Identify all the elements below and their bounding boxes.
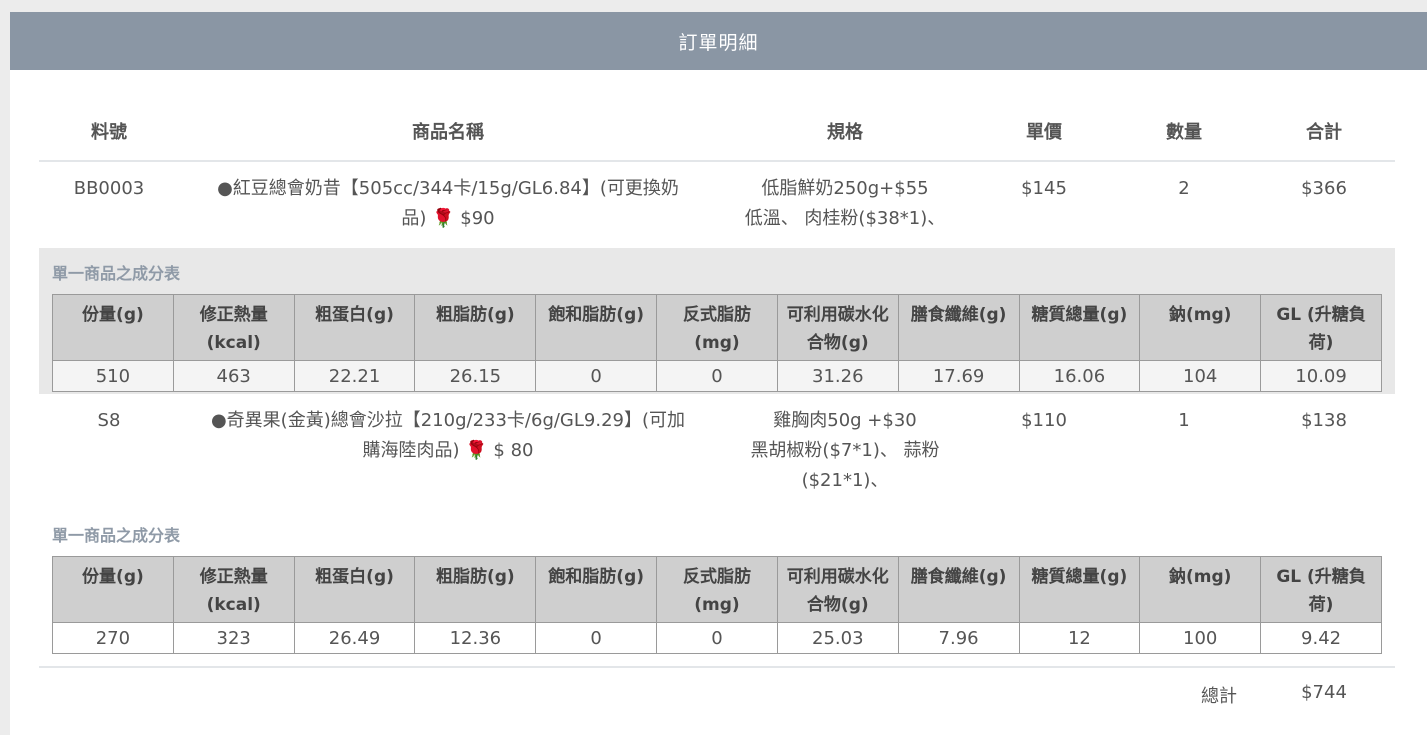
- item-spec: 雞胸肉50g +$30 黑胡椒粉($7*1)、 蒜粉 ($21*1)、: [714, 406, 976, 496]
- nutrition-value: 10.09: [1260, 360, 1382, 392]
- total-label: 總計: [1201, 686, 1237, 707]
- nutrition-value: 0: [656, 360, 778, 392]
- order-table-header: 料號 商品名稱 規格 單價 數量 合計: [39, 114, 1395, 162]
- rose-icon: 🌹: [465, 440, 488, 461]
- item-spec-line: 低溫、 肉桂粉($38*1)、: [744, 208, 946, 229]
- item-name-suffix: 購海陸肉品): [362, 440, 460, 461]
- nutrition-header: 修正熱量(kcal): [172, 556, 295, 623]
- col-header-spec: 規格: [827, 122, 863, 143]
- item-name-line1: ●奇異果(金黃)總會沙拉【210g/233卡/6g/GL9.29】(可加: [210, 410, 686, 431]
- nutrition-header-row: 份量(g) 修正熱量(kcal) 粗蛋白(g) 粗脂肪(g) 飽和脂肪(g) 反…: [52, 294, 1382, 361]
- nutrition-header: 可利用碳水化合物(g): [776, 294, 899, 361]
- nutrition-title: 單一商品之成分表: [52, 526, 181, 545]
- nutrition-header: 飽和脂肪(g): [535, 294, 658, 361]
- nutrition-header: 粗蛋白(g): [293, 294, 416, 361]
- nutrition-section: 單一商品之成分表 份量(g) 修正熱量(kcal) 粗蛋白(g) 粗脂肪(g) …: [39, 248, 1395, 394]
- item-qty: 1: [1178, 410, 1190, 431]
- item-name: ●紅豆總會奶昔【505cc/344卡/15g/GL6.84】(可更換奶 品) 🌹…: [184, 174, 712, 234]
- nutrition-header: 糖質總量(g): [1018, 556, 1141, 623]
- item-name: ●奇異果(金黃)總會沙拉【210g/233卡/6g/GL9.29】(可加 購海陸…: [184, 406, 712, 466]
- nutrition-header: GL (升糖負荷): [1260, 294, 1382, 361]
- nutrition-header: 反式脂肪(mg): [656, 294, 778, 361]
- nutrition-value: 12.36: [414, 622, 537, 654]
- item-name-suffix: 品): [401, 208, 427, 229]
- col-header-unit-price: 單價: [1026, 122, 1062, 143]
- item-spec-line: ($21*1)、: [801, 470, 889, 491]
- nutrition-header: 可利用碳水化合物(g): [776, 556, 899, 623]
- nutrition-value: 0: [656, 622, 778, 654]
- item-name-line2: 品) 🌹 $90: [184, 204, 712, 234]
- nutrition-header: 膳食纖維(g): [897, 294, 1020, 361]
- nutrition-value-row: 510 463 22.21 26.15 0 0 31.26 17.69 16.0…: [52, 360, 1382, 392]
- nutrition-value: 323: [172, 622, 295, 654]
- nutrition-value: 22.21: [293, 360, 416, 392]
- item-sku: BB0003: [73, 178, 145, 199]
- col-header-name: 商品名稱: [412, 122, 484, 143]
- nutrition-header-row: 份量(g) 修正熱量(kcal) 粗蛋白(g) 粗脂肪(g) 飽和脂肪(g) 反…: [52, 556, 1382, 623]
- col-header-qty: 數量: [1166, 122, 1202, 143]
- nutrition-value: 104: [1139, 360, 1262, 392]
- nutrition-value: 0: [535, 622, 658, 654]
- item-spec-line: 低脂鮮奶250g+$55: [761, 178, 929, 199]
- item-spec-line: 黑胡椒粉($7*1)、 蒜粉: [750, 440, 940, 461]
- item-subtotal: $366: [1301, 178, 1347, 199]
- nutrition-header: 膳食纖維(g): [897, 556, 1020, 623]
- nutrition-header: GL (升糖負荷): [1260, 556, 1382, 623]
- nutrition-value: 12: [1018, 622, 1141, 654]
- nutrition-value: 463: [172, 360, 295, 392]
- nutrition-header: 份量(g): [52, 556, 174, 623]
- total-value: $744: [1301, 682, 1347, 703]
- nutrition-header: 粗蛋白(g): [293, 556, 416, 623]
- nutrition-value: 26.49: [293, 622, 416, 654]
- nutrition-section: 單一商品之成分表 份量(g) 修正熱量(kcal) 粗蛋白(g) 粗脂肪(g) …: [39, 524, 1395, 666]
- nutrition-value: 17.69: [897, 360, 1020, 392]
- item-spec-line: 雞胸肉50g +$30: [773, 410, 917, 431]
- nutrition-header: 修正熱量(kcal): [172, 294, 295, 361]
- item-unit-price: $110: [1021, 410, 1067, 431]
- nutrition-value: 9.42: [1260, 622, 1382, 654]
- nutrition-value: 510: [52, 360, 174, 392]
- nutrition-header: 反式脂肪(mg): [656, 556, 778, 623]
- order-item-row: BB0003 ●紅豆總會奶昔【505cc/344卡/15g/GL6.84】(可更…: [39, 162, 1395, 248]
- order-total-row: 總計 $744: [39, 666, 1395, 726]
- nutrition-value: 16.06: [1018, 360, 1141, 392]
- nutrition-header: 鈉(mg): [1139, 294, 1262, 361]
- item-unit-price: $145: [1021, 178, 1067, 199]
- panel-header: 訂單明細: [10, 12, 1427, 70]
- nutrition-header: 鈉(mg): [1139, 556, 1262, 623]
- rose-icon: 🌹: [432, 208, 455, 229]
- nutrition-value: 26.15: [414, 360, 537, 392]
- nutrition-header: 份量(g): [52, 294, 174, 361]
- nutrition-table: 份量(g) 修正熱量(kcal) 粗蛋白(g) 粗脂肪(g) 飽和脂肪(g) 反…: [52, 294, 1382, 392]
- col-header-sku: 料號: [91, 122, 127, 143]
- nutrition-header: 粗脂肪(g): [414, 294, 537, 361]
- nutrition-value: 0: [535, 360, 658, 392]
- order-table: 料號 商品名稱 規格 單價 數量 合計 BB0003 ●紅豆總會奶昔【505cc…: [39, 114, 1395, 726]
- col-header-subtotal: 合計: [1306, 122, 1342, 143]
- nutrition-header: 飽和脂肪(g): [535, 556, 658, 623]
- order-detail-panel: 訂單明細 料號 商品名稱 規格 單價 數量 合計 BB0003 ●紅豆總會奶昔【…: [10, 12, 1427, 735]
- nutrition-value-row: 270 323 26.49 12.36 0 0 25.03 7.96 12 10…: [52, 622, 1382, 654]
- item-subtotal: $138: [1301, 410, 1347, 431]
- item-base-price: $90: [460, 208, 495, 229]
- item-name-line2: 購海陸肉品) 🌹 $ 80: [184, 436, 712, 466]
- item-base-price: $ 80: [493, 440, 534, 461]
- item-sku: S8: [97, 410, 121, 431]
- nutrition-header: 糖質總量(g): [1018, 294, 1141, 361]
- nutrition-value: 7.96: [897, 622, 1020, 654]
- item-spec: 低脂鮮奶250g+$55 低溫、 肉桂粉($38*1)、: [714, 174, 976, 234]
- nutrition-table: 份量(g) 修正熱量(kcal) 粗蛋白(g) 粗脂肪(g) 飽和脂肪(g) 反…: [52, 556, 1382, 654]
- item-name-line1: ●紅豆總會奶昔【505cc/344卡/15g/GL6.84】(可更換奶: [217, 178, 679, 199]
- nutrition-header: 粗脂肪(g): [414, 556, 537, 623]
- nutrition-value: 31.26: [776, 360, 899, 392]
- nutrition-value: 270: [52, 622, 174, 654]
- item-qty: 2: [1178, 178, 1190, 199]
- nutrition-title: 單一商品之成分表: [52, 264, 181, 283]
- panel-title: 訂單明細: [678, 31, 759, 54]
- nutrition-value: 100: [1139, 622, 1262, 654]
- nutrition-value: 25.03: [776, 622, 899, 654]
